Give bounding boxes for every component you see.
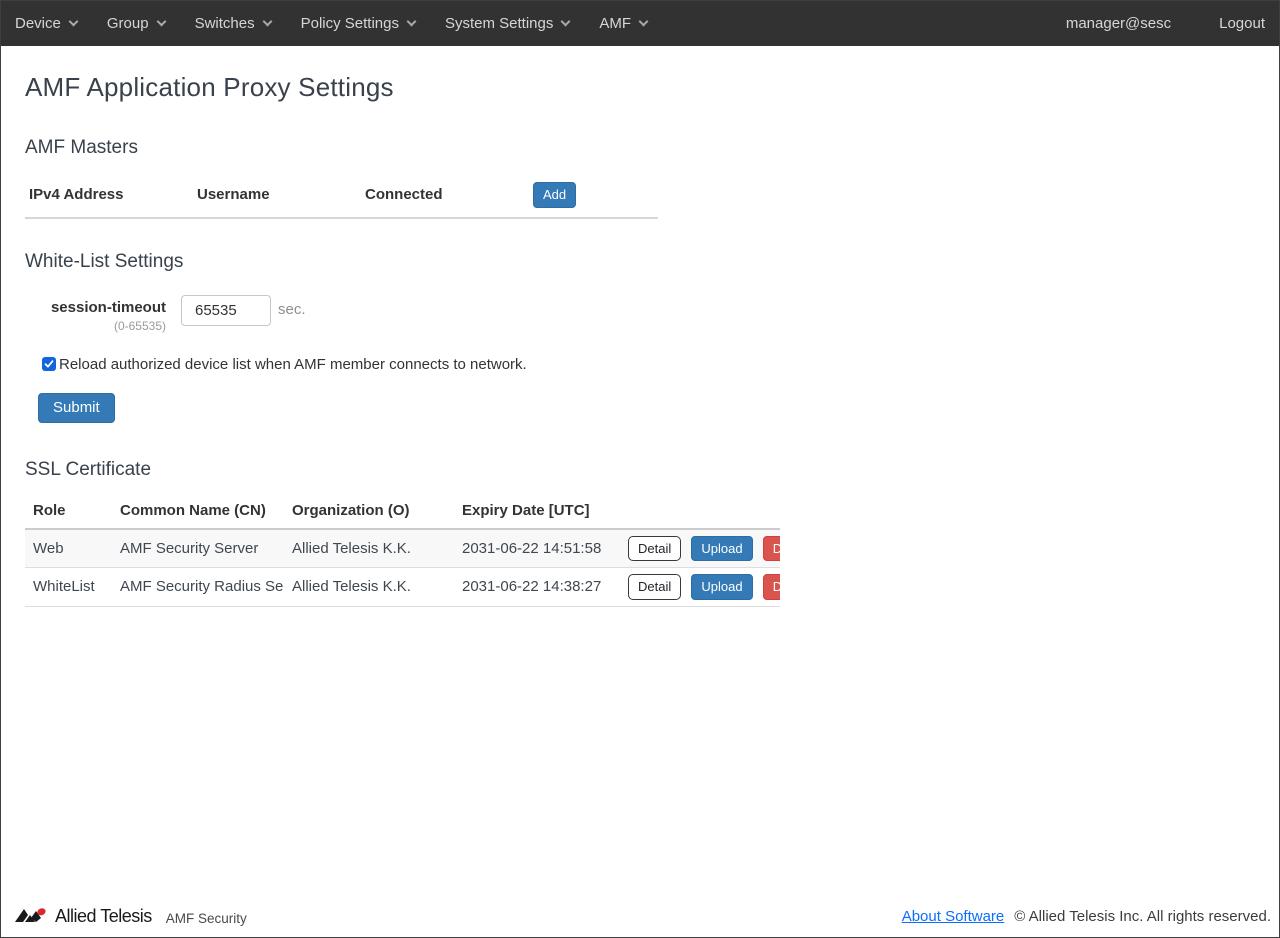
about-software-link[interactable]: About Software: [902, 908, 1005, 925]
amf-masters-header-row: IPv4 Address Username Connected Add: [25, 177, 658, 218]
page-title: AMF Application Proxy Settings: [25, 72, 1255, 103]
session-timeout-unit: sec.: [278, 295, 306, 318]
chevron-down-icon: [639, 17, 649, 27]
cell-expiry-date: 2031-06-22 14:51:58: [454, 529, 620, 568]
session-timeout-input[interactable]: [181, 295, 271, 326]
ssl-certificate-table: Role Common Name (CN) Organization (O) E…: [25, 497, 780, 607]
checkmark-icon: [44, 359, 54, 369]
amf-masters-heading: AMF Masters: [25, 137, 1255, 159]
navbar-right: manager@sesc Logout: [1066, 15, 1265, 32]
page-footer: Allied Telesis AMF Security About Softwa…: [1, 899, 1279, 937]
navbar-menu: Device Group Switches Policy Settings Sy…: [15, 15, 677, 32]
table-row-whitelist-certificate: WhiteList AMF Security Radius Server All…: [25, 568, 780, 607]
detail-button[interactable]: Detail: [628, 574, 681, 600]
cell-organization: Allied Telesis K.K.: [284, 529, 454, 568]
cell-organization: Allied Telesis K.K.: [284, 568, 454, 607]
session-timeout-label-group: session-timeout (0-65535): [25, 295, 166, 333]
ssl-certificate-section: SSL Certificate Role Common Name (CN) Or…: [25, 459, 1255, 607]
chevron-down-icon: [68, 17, 78, 27]
column-header-username: Username: [193, 177, 361, 218]
product-name: AMF Security: [166, 911, 247, 926]
nav-item-switches[interactable]: Switches: [195, 15, 271, 32]
whitelist-settings-heading: White-List Settings: [25, 251, 1255, 273]
nav-item-label: Device: [15, 15, 61, 32]
allied-telesis-logo-icon: [15, 907, 49, 925]
chevron-down-icon: [561, 17, 571, 27]
brand-name: Allied Telesis: [55, 906, 152, 927]
nav-item-device[interactable]: Device: [15, 15, 77, 32]
delete-button[interactable]: Delete: [763, 536, 780, 562]
reload-checkbox-row: Reload authorized device list when AMF m…: [42, 356, 1255, 373]
session-timeout-range: (0-65535): [25, 319, 166, 333]
nav-item-label: Policy Settings: [301, 15, 399, 32]
cell-role: Web: [25, 529, 112, 568]
nav-item-label: Group: [107, 15, 149, 32]
reload-checkbox-label: Reload authorized device list when AMF m…: [59, 356, 527, 373]
nav-item-group[interactable]: Group: [107, 15, 165, 32]
submit-row: Submit: [38, 393, 1255, 423]
ssl-certificate-heading: SSL Certificate: [25, 459, 1255, 481]
copyright-text: © Allied Telesis Inc. All rights reserve…: [1014, 908, 1271, 925]
cell-expiry-date: 2031-06-22 14:38:27: [454, 568, 620, 607]
session-timeout-row: session-timeout (0-65535) sec.: [25, 295, 1255, 333]
chevron-down-icon: [156, 17, 166, 27]
cell-role: WhiteList: [25, 568, 112, 607]
cell-actions: Detail Upload Delete: [620, 529, 780, 568]
logout-button[interactable]: Logout: [1219, 15, 1265, 32]
chevron-down-icon: [262, 17, 272, 27]
ssl-header-row: Role Common Name (CN) Organization (O) E…: [25, 497, 780, 529]
add-master-button[interactable]: Add: [533, 182, 576, 208]
amf-masters-section: AMF Masters IPv4 Address Username Connec…: [25, 137, 1255, 219]
column-header-organization: Organization (O): [284, 497, 454, 529]
table-row-web-certificate: Web AMF Security Server Allied Telesis K…: [25, 529, 780, 568]
nav-item-label: AMF: [599, 15, 631, 32]
column-header-connected: Connected: [361, 177, 529, 218]
cell-common-name: AMF Security Radius Server: [112, 568, 284, 607]
whitelist-settings-section: White-List Settings session-timeout (0-6…: [25, 251, 1255, 423]
reload-checkbox[interactable]: [42, 357, 56, 371]
nav-item-label: System Settings: [445, 15, 553, 32]
submit-button[interactable]: Submit: [38, 393, 115, 423]
upload-button[interactable]: Upload: [691, 536, 752, 562]
column-header-expiry-date: Expiry Date [UTC]: [454, 497, 620, 529]
footer-brand: Allied Telesis AMF Security: [15, 906, 247, 927]
top-navbar: Device Group Switches Policy Settings Sy…: [1, 1, 1279, 46]
logged-in-user: manager@sesc: [1066, 15, 1171, 32]
detail-button[interactable]: Detail: [628, 536, 681, 562]
nav-item-amf[interactable]: AMF: [599, 15, 647, 32]
upload-button[interactable]: Upload: [691, 574, 752, 600]
column-header-actions: [620, 497, 780, 529]
nav-item-policy-settings[interactable]: Policy Settings: [301, 15, 415, 32]
column-header-ipv4-address: IPv4 Address: [25, 177, 193, 218]
column-header-role: Role: [25, 497, 112, 529]
main-content: AMF Application Proxy Settings AMF Maste…: [1, 46, 1279, 899]
session-timeout-label: session-timeout: [25, 299, 166, 316]
cell-common-name: AMF Security Server: [112, 529, 284, 568]
delete-button[interactable]: Delete: [763, 574, 780, 600]
nav-item-system-settings[interactable]: System Settings: [445, 15, 569, 32]
nav-item-label: Switches: [195, 15, 255, 32]
chevron-down-icon: [407, 17, 417, 27]
footer-links: About Software © Allied Telesis Inc. All…: [902, 908, 1271, 925]
amf-masters-add-cell: Add: [529, 177, 658, 218]
cell-actions: Detail Upload Delete: [620, 568, 780, 607]
amf-masters-table: IPv4 Address Username Connected Add: [25, 177, 658, 219]
column-header-common-name: Common Name (CN): [112, 497, 284, 529]
